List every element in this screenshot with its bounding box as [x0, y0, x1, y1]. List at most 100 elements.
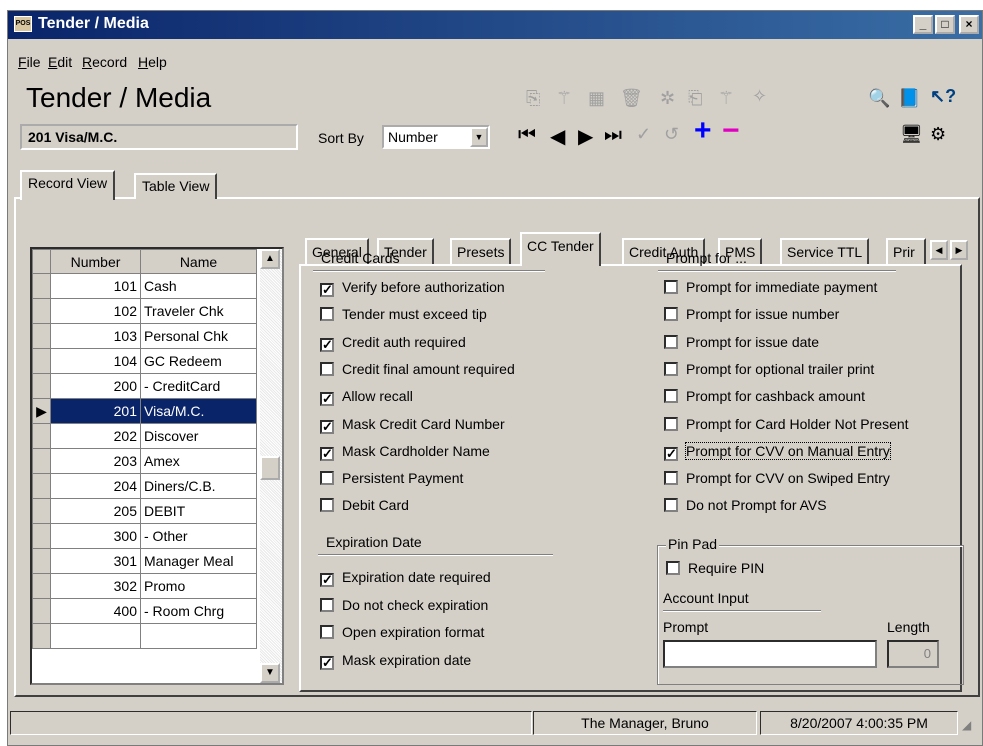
row-selector[interactable] [32, 598, 51, 624]
tab-scroll-left-icon[interactable]: ◀ [930, 240, 948, 260]
checkbox-box[interactable] [664, 498, 678, 513]
sort-by-select[interactable]: Number ▼ [382, 125, 490, 149]
menu-help[interactable]: Help [138, 54, 167, 70]
table-row[interactable]: 204 Diners/C.B. [32, 473, 257, 499]
cell-name[interactable]: Traveler Chk [140, 298, 257, 324]
column-header-number[interactable]: Number [50, 249, 141, 274]
star-icon[interactable]: ✲ [660, 88, 675, 109]
checkmark-icon[interactable]: ✓ [320, 283, 334, 297]
checkbox-item[interactable]: Persistent Payment [320, 470, 463, 490]
table-row[interactable]: 202 Discover [32, 423, 257, 449]
checkbox-box[interactable] [666, 561, 680, 575]
wand-icon[interactable]: ⚚ [556, 88, 572, 109]
row-selector[interactable] [32, 448, 51, 474]
row-selector[interactable] [32, 523, 51, 549]
checkbox-item[interactable]: Prompt for optional trailer print [664, 361, 874, 381]
row-selector[interactable] [32, 548, 51, 574]
table-row[interactable]: 101 Cash [32, 273, 257, 299]
checkbox-item[interactable]: ✓ Verify before authorization [320, 279, 505, 299]
table-row[interactable]: 203 Amex [32, 448, 257, 474]
prompt-input[interactable] [663, 640, 877, 668]
tab-service-ttl[interactable]: Service TTL [780, 238, 870, 264]
checkbox-box[interactable] [320, 361, 334, 376]
checkbox-item[interactable]: Prompt for cashback amount [664, 388, 865, 408]
scroll-down-icon[interactable]: ▼ [260, 663, 280, 683]
checkbox-item[interactable]: Prompt for Card Holder Not Present [664, 416, 909, 436]
records-grid[interactable]: Number Name 101 Cash 102 Traveler Chk 103 Per… [30, 247, 284, 685]
tab-presets[interactable]: Presets [450, 238, 512, 264]
checkbox-box[interactable] [664, 334, 678, 349]
settings-icon[interactable]: ⚙ [930, 124, 946, 145]
cell-name[interactable]: Discover [140, 423, 257, 449]
checkbox-item[interactable]: ✓ Credit auth required [320, 334, 466, 354]
table-row[interactable]: 300- Other [32, 523, 257, 549]
checkbox-item[interactable]: Credit final amount required [320, 361, 515, 381]
checkbox-item[interactable]: Tender must exceed tip [320, 306, 487, 326]
checkbox-item[interactable]: Do not Prompt for AVS [664, 497, 827, 517]
checkbox-item[interactable]: Prompt for issue date [664, 334, 819, 354]
table-row[interactable]: 104 GC Redeem [32, 348, 257, 374]
column-header-name[interactable]: Name [140, 249, 257, 274]
cell-number[interactable]: 201 [50, 398, 141, 424]
table-row[interactable]: 200- CreditCard [32, 373, 257, 399]
checkbox-box[interactable] [664, 389, 678, 404]
cell-name[interactable]: - CreditCard [140, 373, 257, 399]
cell-number[interactable]: 104 [50, 348, 141, 374]
row-selector[interactable] [32, 348, 51, 374]
cell-number[interactable]: 300 [50, 523, 141, 549]
binoculars-icon[interactable]: 🔍 [868, 88, 890, 109]
previous-record-icon[interactable]: ◀ [550, 124, 565, 149]
checkbox-item[interactable]: Prompt for issue number [664, 306, 839, 326]
resize-grip-icon[interactable]: ◢ [962, 718, 971, 732]
checkmark-icon[interactable]: ✓ [320, 419, 334, 434]
row-selector[interactable] [32, 573, 51, 599]
cell-number[interactable]: 205 [50, 498, 141, 524]
checkbox-item[interactable]: ✓ Allow recall [320, 388, 413, 408]
cell-name[interactable]: GC Redeem [140, 348, 257, 374]
cell-name[interactable]: - Room Chrg [140, 598, 257, 624]
copy-record-icon[interactable]: ⎘ [526, 88, 540, 109]
scroll-thumb[interactable] [260, 456, 280, 480]
row-selector[interactable] [32, 323, 51, 349]
cell-number[interactable]: 200 [50, 373, 141, 399]
checkmark-icon[interactable]: ✓ [320, 337, 334, 352]
row-selector[interactable] [32, 298, 51, 324]
row-selector[interactable] [32, 423, 51, 449]
checkmark-icon[interactable]: ✓ [320, 446, 334, 461]
checkbox-item[interactable]: Do not check expiration [320, 597, 488, 617]
cell-name[interactable]: DEBIT [140, 498, 257, 524]
checkmark-icon[interactable]: ✓ [320, 656, 334, 671]
grid-edit-icon[interactable]: ▦ [588, 88, 605, 109]
cell-name[interactable]: - Other [140, 523, 257, 549]
add-record-icon[interactable]: + [694, 114, 712, 148]
checkbox-item[interactable]: ✓ Mask Cardholder Name [320, 443, 490, 463]
cell-name[interactable]: Visa/M.C. [140, 398, 257, 424]
delete-record-icon[interactable]: − [722, 114, 740, 148]
checkmark-icon[interactable]: ✓ [320, 573, 334, 587]
checkbox-item[interactable]: Debit Card [320, 497, 409, 517]
menu-record[interactable]: Record [82, 54, 127, 70]
checkbox-box[interactable] [320, 307, 334, 322]
checkbox-box[interactable] [664, 416, 678, 431]
table-row[interactable]: 102 Traveler Chk [32, 298, 257, 324]
cell-number[interactable]: 101 [50, 273, 141, 299]
checkbox-box[interactable] [320, 471, 334, 486]
cell-number[interactable]: 203 [50, 448, 141, 474]
checkbox-item[interactable]: ✓ Expiration date required [320, 569, 491, 589]
last-record-icon[interactable]: ⏭ [604, 124, 622, 147]
next-record-icon[interactable]: ▶ [578, 124, 593, 149]
table-row[interactable]: ▶ 201 Visa/M.C. [32, 398, 257, 424]
book-icon[interactable]: 📘 [898, 88, 920, 109]
checkbox-item[interactable]: Open expiration format [320, 624, 484, 644]
current-row-icon[interactable]: ▶ [32, 398, 51, 424]
close-button[interactable]: × [959, 15, 979, 34]
checkbox-box[interactable] [664, 280, 678, 294]
title-bar[interactable]: POS Tender / Media _ □ × [8, 11, 982, 39]
checkbox-item[interactable]: Prompt for immediate payment [664, 279, 877, 299]
checkbox-box[interactable] [664, 307, 678, 322]
wizard-icon[interactable]: ⚚ [718, 88, 734, 109]
checkbox-item[interactable]: ✓ Mask Credit Card Number [320, 416, 505, 436]
sparkle-icon[interactable]: ✧ [752, 86, 767, 107]
checkbox-box[interactable] [664, 471, 678, 486]
row-selector[interactable] [32, 498, 51, 524]
